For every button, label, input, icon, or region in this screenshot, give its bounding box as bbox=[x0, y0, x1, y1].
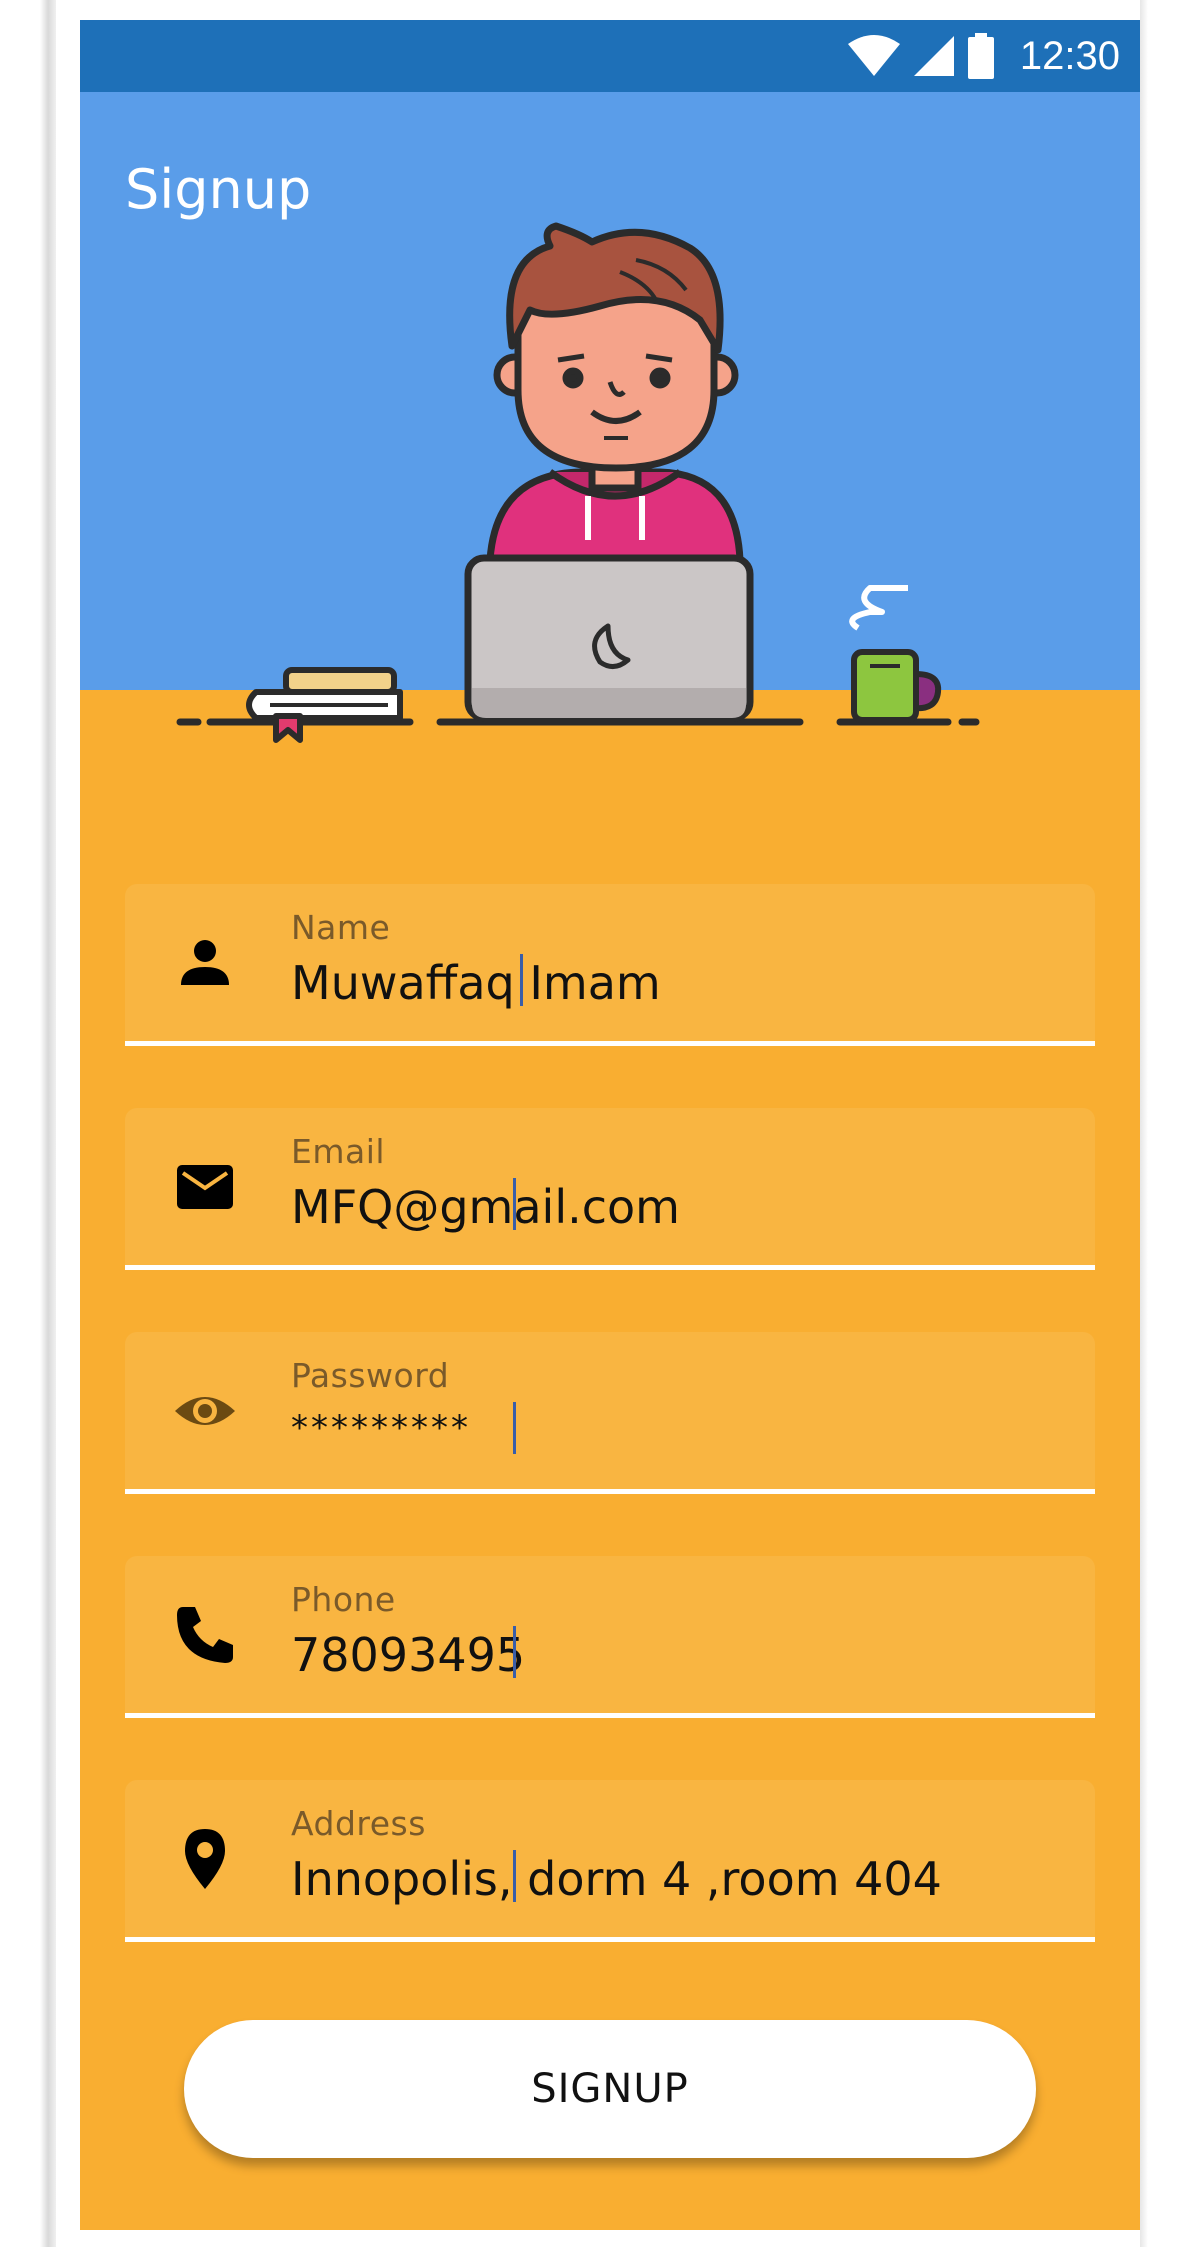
signup-button[interactable]: SIGNUP bbox=[184, 2020, 1036, 2158]
mug-illustration bbox=[849, 585, 942, 723]
text-caret bbox=[513, 1402, 516, 1454]
text-caret bbox=[513, 1626, 516, 1678]
address-field[interactable]: Address Innopolis, dorm 4 ,room 404 bbox=[125, 1780, 1095, 1942]
password-label: Password bbox=[291, 1356, 450, 1395]
mail-icon bbox=[177, 1164, 233, 1209]
signup-form: Name Muwaffaq Imam Email MFQ@gmail.com P… bbox=[125, 884, 1095, 2004]
developer-illustration bbox=[176, 222, 980, 743]
password-input[interactable]: ********* bbox=[291, 1408, 471, 1448]
phone-screen: 12:30 Signup Name Muwaffaq Imam Email MF… bbox=[80, 20, 1140, 2230]
address-label: Address bbox=[291, 1804, 426, 1843]
email-label: Email bbox=[291, 1132, 386, 1171]
phone-icon bbox=[177, 1606, 233, 1663]
address-input[interactable]: Innopolis, dorm 4 ,room 404 bbox=[291, 1852, 942, 1906]
name-input[interactable]: Muwaffaq Imam bbox=[291, 956, 661, 1010]
phone-field[interactable]: Phone 78093495 bbox=[125, 1556, 1095, 1718]
name-label: Name bbox=[291, 908, 391, 947]
books-illustration bbox=[246, 667, 403, 743]
person-illustration bbox=[486, 222, 744, 564]
phone-label: Phone bbox=[291, 1580, 396, 1619]
person-icon bbox=[181, 939, 229, 985]
eye-icon[interactable] bbox=[173, 1379, 237, 1443]
password-field[interactable]: Password ********* bbox=[125, 1332, 1095, 1494]
email-field[interactable]: Email MFQ@gmail.com bbox=[125, 1108, 1095, 1270]
name-field[interactable]: Name Muwaffaq Imam bbox=[125, 884, 1095, 1046]
window-frame-right bbox=[1140, 0, 1178, 2247]
window-frame-left bbox=[0, 0, 56, 2247]
email-input[interactable]: MFQ@gmail.com bbox=[291, 1180, 680, 1234]
text-caret bbox=[513, 1850, 516, 1902]
laptop-illustration bbox=[464, 554, 754, 722]
phone-input[interactable]: 78093495 bbox=[291, 1628, 525, 1682]
location-pin-icon bbox=[185, 1828, 225, 1889]
text-caret bbox=[513, 1178, 516, 1230]
text-caret bbox=[520, 954, 523, 1006]
